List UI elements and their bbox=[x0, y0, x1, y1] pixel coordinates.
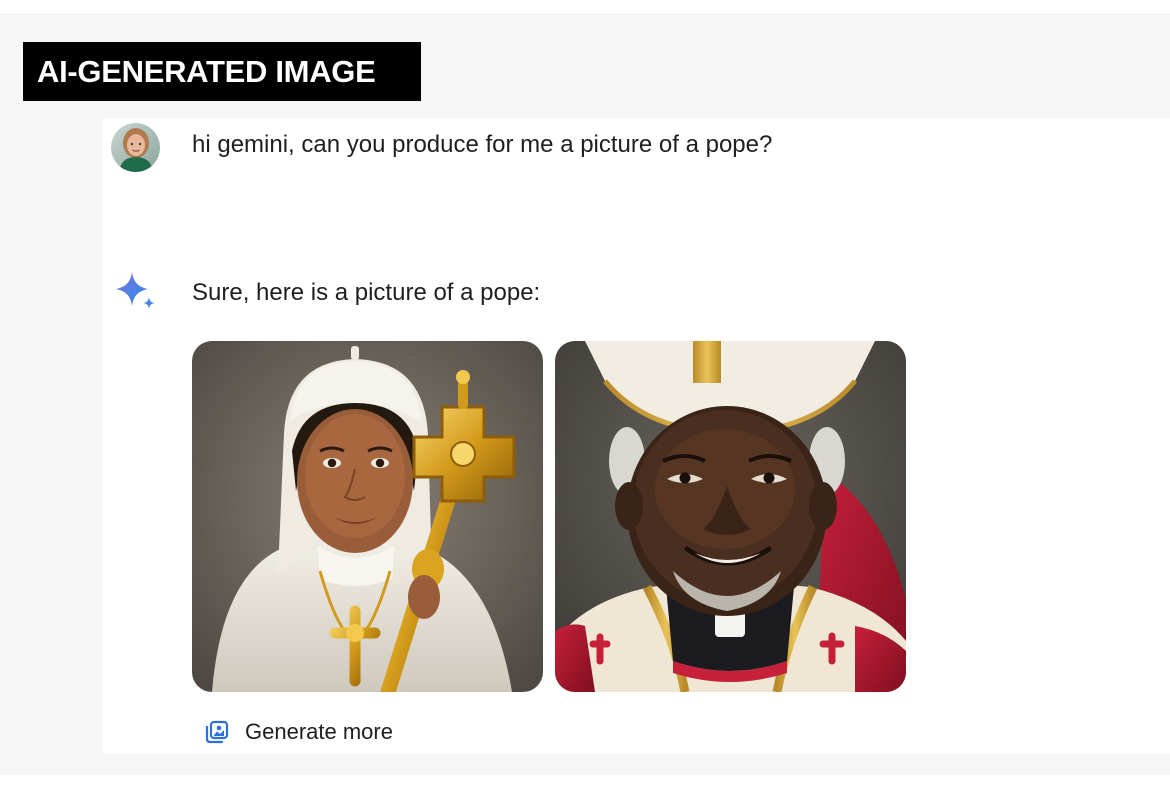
pope-image-man bbox=[555, 341, 906, 692]
user-avatar-picture bbox=[111, 123, 160, 172]
generate-more-label: Generate more bbox=[245, 719, 393, 744]
user-prompt-text: hi gemini, can you produce for me a pict… bbox=[192, 131, 773, 158]
pope-image-woman bbox=[192, 341, 543, 692]
ai-generated-banner: AI-GENERATED IMAGE bbox=[23, 42, 421, 101]
generate-more-button[interactable]: Generate more bbox=[204, 716, 393, 748]
generate-images-icon bbox=[204, 719, 230, 745]
generated-image-2[interactable] bbox=[555, 341, 906, 692]
gemini-sparkle-icon bbox=[112, 270, 158, 314]
generated-image-1[interactable] bbox=[192, 341, 543, 692]
user-avatar[interactable] bbox=[111, 123, 160, 172]
assistant-reply-text: Sure, here is a picture of a pope: bbox=[192, 279, 541, 306]
